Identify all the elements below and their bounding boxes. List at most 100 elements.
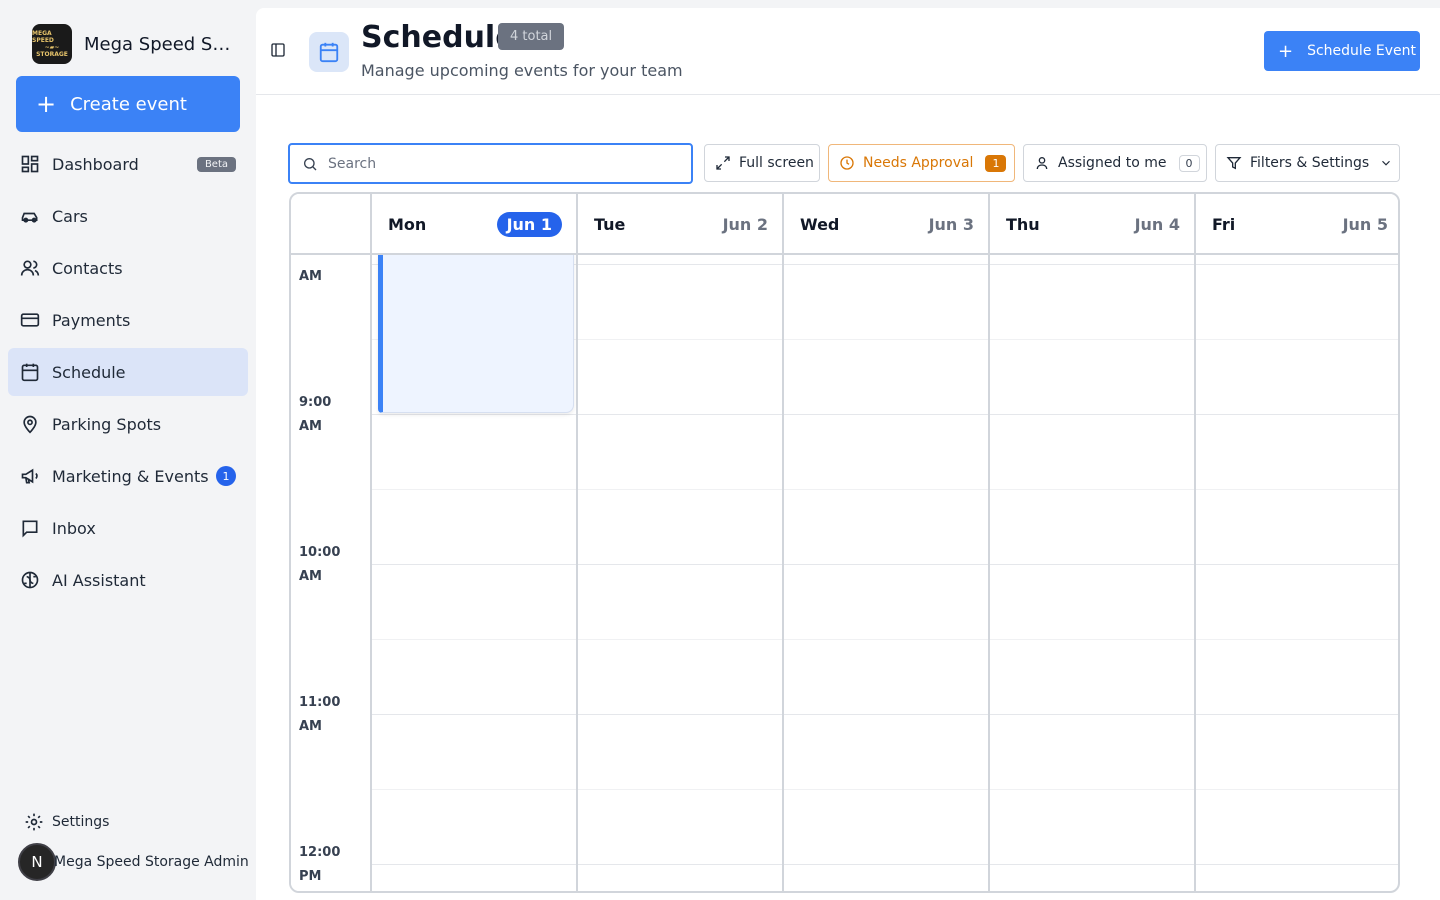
search-input[interactable] xyxy=(328,155,668,172)
week-calendar: Mon Jun 1 Tue Jun 2 Wed Jun 3 Thu Jun 4 … xyxy=(289,192,1400,893)
time-label: 11:00 xyxy=(299,695,341,710)
main-content: Schedule 4 total Manage upcoming events … xyxy=(256,8,1440,900)
schedule-event-button[interactable]: + Schedule Event xyxy=(1264,31,1420,71)
sidebar-item-label: Contacts xyxy=(52,258,123,278)
sidebar-item-inbox[interactable]: Inbox xyxy=(8,504,248,552)
sidebar-item-label: Schedule xyxy=(52,362,126,382)
sidebar-item-parking-spots[interactable]: Parking Spots xyxy=(8,400,248,448)
day-name: Fri xyxy=(1212,215,1236,234)
day-name: Tue xyxy=(594,215,626,234)
day-date: Jun 2 xyxy=(722,215,768,234)
sidebar-item-label: Dashboard xyxy=(52,154,139,174)
sidebar-item-cars[interactable]: Cars xyxy=(8,192,248,240)
day-header-wed[interactable]: Wed Jun 3 xyxy=(784,194,990,255)
day-header-tue[interactable]: Tue Jun 2 xyxy=(578,194,784,255)
schedule-event-label: Schedule Event xyxy=(1307,43,1416,59)
sidebar-toggle-icon[interactable] xyxy=(270,42,286,58)
beta-badge: Beta xyxy=(196,156,236,172)
today-date-badge: Jun 1 xyxy=(496,212,562,237)
sidebar-item-dashboard[interactable]: Dashboard Beta xyxy=(8,140,248,188)
avatar: N xyxy=(18,843,56,881)
assigned-to-me-button[interactable]: Assigned to me 0 xyxy=(1023,144,1207,182)
settings-link[interactable]: Settings xyxy=(24,812,109,832)
assigned-to-me-label: Assigned to me xyxy=(1058,155,1167,171)
create-event-label: Create event xyxy=(70,93,187,115)
filters-settings-dropdown[interactable]: Filters & Settings xyxy=(1215,144,1400,182)
day-date: Jun 5 xyxy=(1342,215,1388,234)
day-header-thu[interactable]: Thu Jun 4 xyxy=(990,194,1196,255)
time-label: 12:00 xyxy=(299,845,341,860)
calendar-icon xyxy=(21,363,39,382)
header-calendar-icon xyxy=(309,32,349,72)
time-label: 9:00 xyxy=(299,395,332,410)
day-date: Jun 4 xyxy=(1134,215,1180,234)
clock-icon xyxy=(840,156,854,170)
total-count-badge: 4 total xyxy=(498,23,565,50)
plus-icon: + xyxy=(1278,40,1294,62)
time-period: AM xyxy=(299,569,322,584)
brand-logo: MEGA SPEED ~▰~ STORAGE xyxy=(32,24,72,64)
brand[interactable]: MEGA SPEED ~▰~ STORAGE Mega Speed Storag… xyxy=(32,24,234,64)
car-icon xyxy=(21,212,38,223)
calendar-header: Mon Jun 1 Tue Jun 2 Wed Jun 3 Thu Jun 4 … xyxy=(291,194,1398,255)
logo-car-icon: ~▰~ xyxy=(44,44,60,51)
sidebar-item-label: Cars xyxy=(52,206,88,226)
full-screen-button[interactable]: Full screen xyxy=(704,144,820,182)
filters-settings-label: Filters & Settings xyxy=(1250,155,1370,171)
create-event-button[interactable]: + Create event xyxy=(16,76,240,132)
logo-text-bottom: STORAGE xyxy=(36,51,68,58)
needs-approval-label: Needs Approval xyxy=(863,155,974,171)
sidebar-nav: Dashboard Beta Cars Contacts Payments Sc… xyxy=(8,140,248,608)
time-gutter-header xyxy=(291,194,372,255)
time-period: PM xyxy=(299,869,322,884)
search-icon xyxy=(304,157,317,170)
time-gutter: 8:00 AM 9:00 AM 10:00 AM 11:00 AM 12:00 … xyxy=(291,243,372,891)
dashboard-icon xyxy=(21,155,39,173)
plus-icon: + xyxy=(36,90,57,118)
needs-approval-button[interactable]: Needs Approval 1 xyxy=(828,144,1015,182)
page-subtitle: Manage upcoming events for your team xyxy=(361,61,683,80)
day-column-thu[interactable] xyxy=(990,255,1196,891)
logo-text-top: MEGA SPEED xyxy=(32,30,54,44)
megaphone-icon xyxy=(21,468,38,484)
gear-icon xyxy=(25,813,43,831)
sidebar-item-schedule[interactable]: Schedule xyxy=(8,348,248,396)
needs-approval-count: 1 xyxy=(985,154,1007,172)
account-menu[interactable]: N Mega Speed Storage Admin xyxy=(18,843,254,881)
account-name: Mega Speed Storage Admin xyxy=(54,854,249,870)
message-icon xyxy=(22,520,38,538)
sidebar-item-contacts[interactable]: Contacts xyxy=(8,244,248,292)
day-column-fri[interactable] xyxy=(1196,255,1398,891)
day-header-mon[interactable]: Mon Jun 1 xyxy=(372,194,578,255)
time-period: AM xyxy=(299,269,322,284)
sidebar-item-marketing-events[interactable]: Marketing & Events 1 xyxy=(8,452,248,500)
sidebar-item-label: Payments xyxy=(52,310,131,330)
user-icon xyxy=(1036,157,1048,170)
day-column-wed[interactable] xyxy=(784,255,990,891)
sidebar-item-label: Marketing & Events xyxy=(52,466,209,486)
sidebar: MEGA SPEED ~▰~ STORAGE Mega Speed Storag… xyxy=(0,0,256,900)
calendar-event[interactable] xyxy=(378,253,574,413)
map-pin-icon xyxy=(23,415,37,434)
brand-name: Mega Speed Storage xyxy=(84,33,234,55)
assigned-count: 0 xyxy=(1178,154,1200,172)
day-date: Jun 3 xyxy=(928,215,974,234)
filter-icon xyxy=(1226,157,1242,170)
time-period: AM xyxy=(299,719,322,734)
sidebar-item-ai-assistant[interactable]: AI Assistant xyxy=(8,556,248,604)
search-box xyxy=(288,143,693,184)
time-label: 10:00 xyxy=(299,545,341,560)
calendar-grid: 8:00 AM 9:00 AM 10:00 AM 11:00 AM 12:00 … xyxy=(291,243,1398,891)
time-period: AM xyxy=(299,419,322,434)
sidebar-item-payments[interactable]: Payments xyxy=(8,296,248,344)
day-column-tue[interactable] xyxy=(578,255,784,891)
day-header-fri[interactable]: Fri Jun 5 xyxy=(1196,194,1398,255)
expand-icon xyxy=(716,156,730,170)
page-title: Schedule xyxy=(361,20,516,55)
contacts-icon xyxy=(20,260,40,276)
sidebar-item-label: Inbox xyxy=(52,518,96,538)
brain-icon xyxy=(21,571,39,589)
settings-label: Settings xyxy=(52,814,110,830)
day-name: Thu xyxy=(1006,215,1040,234)
chevron-down-icon xyxy=(1382,160,1391,166)
